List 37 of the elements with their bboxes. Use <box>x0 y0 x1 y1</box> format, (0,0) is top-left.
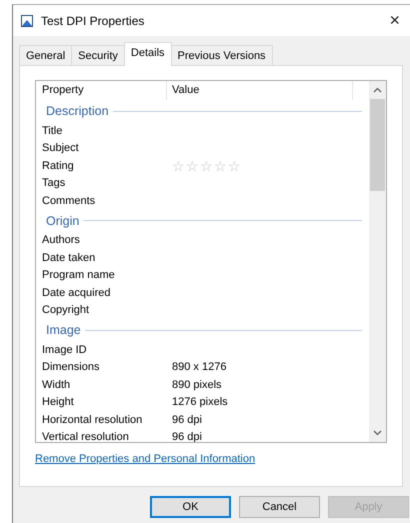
dialog-button[interactable]: OK <box>150 496 231 518</box>
property-name: Copyright <box>41 304 90 316</box>
property-value: 890 pixels <box>171 378 222 391</box>
scroll-down-icon[interactable] <box>373 430 382 436</box>
group-heading: Description <box>46 104 109 118</box>
scrollbar-thumb[interactable] <box>370 99 385 191</box>
property-name: Tags <box>41 177 66 190</box>
close-button[interactable]: × <box>383 10 406 31</box>
property-name: Subject <box>41 142 80 154</box>
dialog-button[interactable]: Cancel <box>239 496 320 518</box>
property-name: Dimensions <box>41 361 100 374</box>
window-title: Test DPI Properties <box>41 14 144 28</box>
property-name: Program name <box>41 269 116 282</box>
picture-file-icon <box>20 14 34 28</box>
property-name: Title <box>41 124 64 137</box>
column-header[interactable]: Property <box>36 81 167 100</box>
property-name: Horizontal resolution <box>41 414 144 426</box>
tab[interactable]: General <box>19 45 72 65</box>
property-name: Rating <box>41 160 75 172</box>
property-name: Width <box>41 378 72 391</box>
property-name: Comments <box>41 194 96 207</box>
property-value: 890 x 1276 <box>171 361 226 374</box>
property-name: Authors <box>41 234 81 246</box>
property-name: Vertical resolution <box>41 431 130 442</box>
tab[interactable]: Previous Versions <box>170 45 273 65</box>
property-value: 1276 pixels <box>171 396 228 408</box>
scroll-up-icon[interactable] <box>373 87 382 93</box>
property-value: 96 dpi <box>171 414 202 426</box>
property-name: Image ID <box>41 344 88 356</box>
column-header[interactable]: Value <box>167 81 353 100</box>
group-heading: Image <box>46 323 81 337</box>
property-name: Height <box>41 396 75 408</box>
group-heading: Origin <box>46 214 80 228</box>
remove-properties-link[interactable]: Remove Properties and Personal Information <box>35 453 256 465</box>
tab[interactable]: Details <box>124 42 172 66</box>
property-name: Date acquired <box>41 286 112 299</box>
property-name: Date taken <box>41 252 96 264</box>
